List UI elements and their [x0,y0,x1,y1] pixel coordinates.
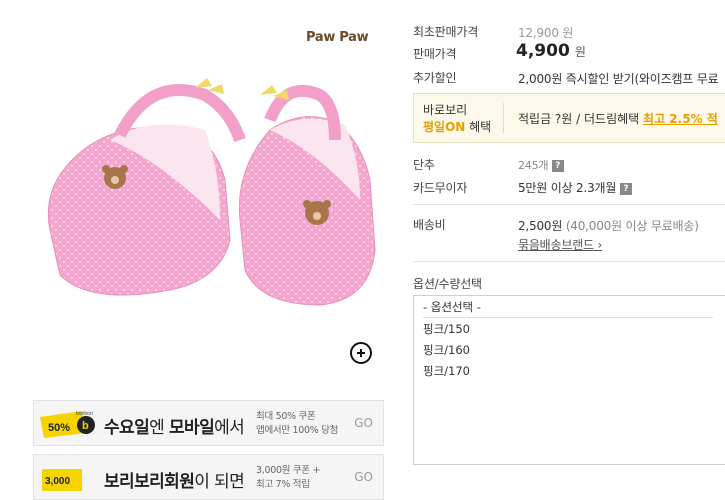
benefit-text: 적립금 ?원 / 더드림혜택 최고 2.5% 적 [518,112,718,126]
question-icon[interactable]: ? [551,160,564,172]
sale-price: 4,900 원 [516,41,586,61]
brand-logo: Paw Paw [306,30,369,45]
svg-text:50%: 50% [48,422,70,434]
divider [503,103,504,133]
banner-go-link[interactable]: GO [354,470,373,484]
original-price: 12,900 원 [518,26,574,40]
banner-go-link[interactable]: GO [354,416,373,430]
point-label: 단추 [413,158,435,172]
option-item[interactable]: 핑크/170 [423,363,470,379]
divider [413,261,725,262]
card-label: 카드무이자 [413,181,468,195]
svg-text:b: b [82,420,89,432]
coupon-icon: 50% b boribori [40,411,95,438]
zoom-plus-icon[interactable] [350,342,372,364]
option-item[interactable]: 핑크/150 [423,321,470,337]
promo-banner-membership[interactable]: 3,000 보리보리회원이 되면 3,000원 쿠폰 + 최고 7% 적립 GO [33,454,384,500]
benefit-highlight-link[interactable]: 최고 2.5% 적 [643,112,718,126]
options-label: 옵션/수량선택 [413,277,482,291]
svg-text:boribori: boribori [76,411,93,417]
banner-main-text: 수요일엔 모바일에서 [104,418,245,438]
shipping-label: 배송비 [413,218,446,232]
shipping-fee: 2,500원 (40,000원 이상 무료배송) [518,219,699,233]
point-value: 245개 ? [518,157,564,173]
banner-main-text: 보리보리회원이 되면 [104,472,245,492]
question-icon[interactable]: ? [619,182,632,195]
banner-sub-text: 3,000원 쿠폰 + 최고 7% 적립 [256,465,321,490]
banner-sub-text: 최대 50% 쿠폰 앱에서만 100% 당첨 [256,411,339,436]
option-placeholder[interactable]: - 옵션선택 - [423,299,713,318]
extra-discount-link[interactable]: 2,000원 즉시할인 받기(와이즈캠프 무료 [518,70,719,87]
card-value: 5만원 이상 2.3개월 ? [518,179,632,196]
svg-text:3,000: 3,000 [45,476,70,487]
extra-discount-label: 추가할인 [413,71,457,85]
promo-banner-wednesday-mobile[interactable]: 50% b boribori 수요일엔 모바일에서 최대 50% 쿠폰 앱에서만 … [33,400,384,446]
bundle-shipping-link[interactable]: 묶음배송브랜드 › [518,236,602,253]
boribori-weekday: 평일ON 혜택 [423,120,492,134]
boribori-title: 바로보리 [423,103,468,117]
divider [413,204,725,205]
option-item[interactable]: 핑크/160 [423,342,470,358]
sale-price-label: 판매가격 [413,47,457,61]
coupon-icon: 3,000 [42,469,82,491]
original-price-label: 최초판매가격 [413,25,479,39]
product-image [47,78,376,306]
